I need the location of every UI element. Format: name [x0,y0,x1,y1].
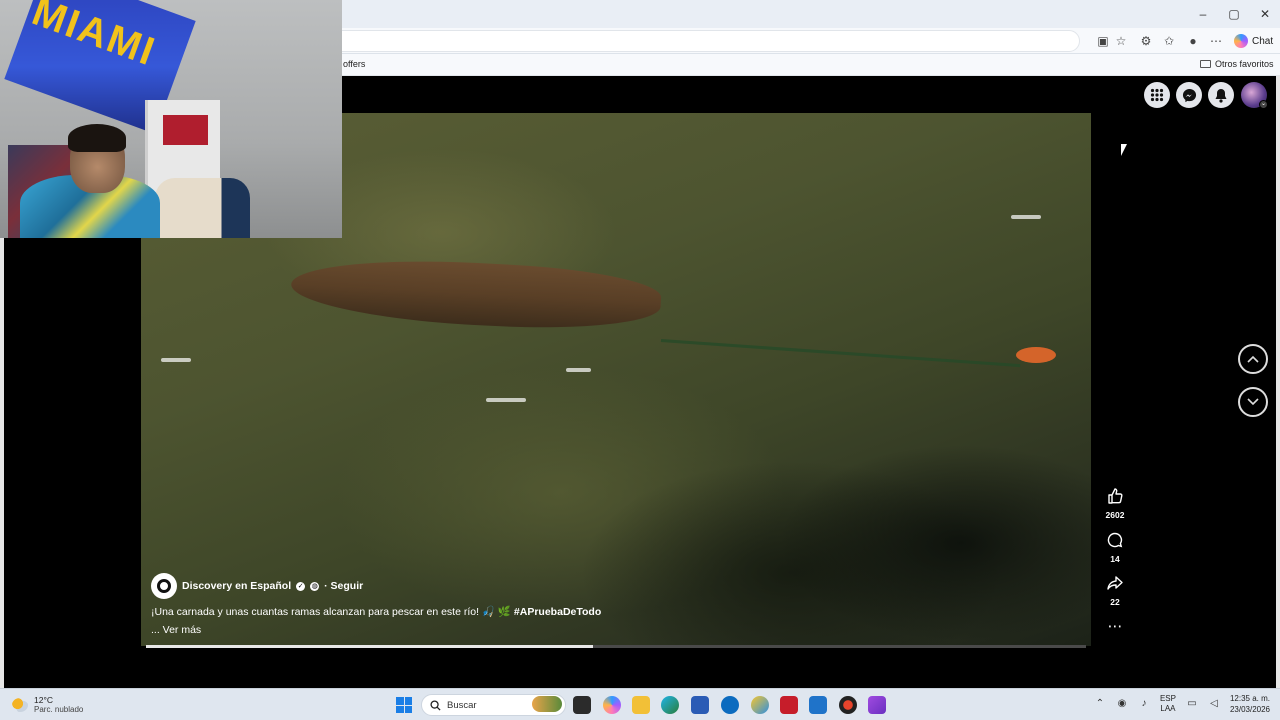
other-favorites-label: Otros favoritos [1215,59,1274,69]
bell-icon [1215,88,1227,103]
like-icon [1100,488,1130,509]
more-icon: ⋯ [1107,618,1123,635]
minimize-button[interactable]: – [1188,4,1218,24]
comment-button[interactable]: 14 [1100,532,1130,564]
next-reel-button[interactable] [1238,387,1268,417]
copilot-chat-button[interactable]: Chat [1234,32,1273,50]
webcam-overlay: MIAMI [0,0,342,238]
share-count: 22 [1110,597,1120,607]
close-button[interactable]: ✕ [1250,4,1280,24]
previous-reel-button[interactable] [1238,344,1268,374]
app-available-icon[interactable]: ▣ [1095,33,1111,49]
video-lure [1016,347,1056,363]
windows-taskbar: 12°C Parc. nublado Buscar ⌃ ◉ ♪ ESP LAA [0,688,1280,720]
weather-description: Parc. nublado [34,705,84,714]
more-options-button[interactable]: ⋯ [1100,618,1130,636]
temperature: 12°C [34,695,53,705]
webcam-person-hair [68,124,126,152]
weather-widget[interactable]: 12°C Parc. nublado [12,695,83,714]
favorite-star-icon[interactable]: ☆ [1113,33,1129,49]
extensions-icon[interactable]: ⚙ [1138,33,1154,49]
video-caption: ¡Una carnada y unas cuantas ramas alcanz… [151,605,601,618]
clock-time: 12:35 a. m. [1229,694,1270,703]
copilot-taskbar-icon[interactable] [603,696,621,714]
caption-text: ¡Una carnada y unas cuantas ramas alcanz… [151,606,511,618]
comment-count: 14 [1110,554,1120,564]
notifications-button[interactable] [1208,82,1234,108]
partly-cloudy-icon [12,697,28,712]
menu-button[interactable] [1144,82,1170,108]
messenger-button[interactable] [1176,82,1202,108]
microsoft-store-icon[interactable] [691,696,709,714]
channel-logo[interactable] [151,573,177,599]
media-app-icon[interactable] [839,696,857,714]
volume-icon[interactable]: ◁ [1208,698,1220,710]
maximize-button[interactable]: ▢ [1219,4,1249,24]
discovery-logo-icon [157,579,171,593]
tray-overflow-icon[interactable]: ⌃ [1094,698,1106,710]
water-sparkle [566,368,591,372]
water-sparkle [1011,215,1041,219]
like-count: 2602 [1105,510,1125,520]
water-sparkle [161,358,191,362]
mcafee-icon[interactable] [780,696,798,714]
video-progress-bar[interactable] [146,645,1086,648]
bookmark-other-favorites[interactable]: Otros favoritos [1200,59,1274,69]
globe-icon: ◍ [310,581,320,591]
hp-icon[interactable] [721,696,739,714]
folder-icon [1200,60,1211,68]
profile-icon[interactable]: ● [1185,33,1201,49]
outlook-icon[interactable] [809,696,827,714]
screen: – ▢ ✕ ▣ ☆ ⚙ ✩ ● ⋯ Chat offers Otros favo… [0,0,1280,720]
video-progress-fill [146,645,594,648]
system-tray: ⌃ ◉ ♪ ESP LAA ▭ ◁ 12:35 a. m. 23/03/2026 [1094,693,1270,715]
comment-icon [1100,532,1130,553]
messenger-icon [1182,88,1196,102]
share-icon [1100,575,1130,596]
share-button[interactable]: 22 [1100,575,1130,607]
chevron-down-icon [1247,398,1259,406]
windows-start-icon[interactable] [396,697,412,713]
hashtag-link[interactable]: #APruebaDeTodo [514,606,601,618]
page-frame-right [1276,76,1280,688]
video-fishing-line [660,339,1021,368]
tray-app-icon[interactable]: ◉ [1116,698,1128,710]
copilot-icon [1234,34,1248,48]
lang-top: ESP [1159,694,1176,703]
mouse-cursor [1121,144,1127,156]
url-input[interactable] [330,30,1080,52]
search-placeholder: Buscar [447,699,477,711]
search-icon [430,699,441,711]
see-more-link[interactable]: ... Ver más [151,624,201,636]
clipchamp-icon[interactable] [868,696,886,714]
verified-badge-icon: ✓ [296,581,306,591]
channel-row: Discovery en Español ✓ ◍ · Seguir [151,573,363,599]
lang-bottom: LAA [1160,704,1176,713]
file-explorer-icon[interactable] [632,696,650,714]
more-menu-icon[interactable]: ⋯ [1208,33,1224,49]
clock[interactable]: 12:35 a. m. 23/03/2026 [1230,693,1270,715]
favorites-icon[interactable]: ✩ [1161,33,1177,49]
microphone-icon[interactable]: ♪ [1138,698,1150,710]
follow-button[interactable]: · Seguir [324,580,363,592]
weather-text: 12°C Parc. nublado [34,695,83,714]
language-indicator[interactable]: ESP LAA [1160,694,1176,714]
chat-label: Chat [1252,35,1274,47]
edge-browser-icon[interactable] [661,696,679,714]
webcam-red-box [163,115,208,145]
avatar-chevron-icon[interactable]: ⌄ [1259,100,1268,109]
water-sparkle [486,398,526,402]
apps-grid-icon [1150,88,1164,102]
webcam-chair [155,178,250,238]
search-highlight-icon [532,696,562,712]
bookmark-offers[interactable]: offers [343,59,365,69]
channel-name[interactable]: Discovery en Español [182,580,291,592]
clock-date: 23/03/2026 [1229,705,1270,714]
network-icon[interactable]: ▭ [1186,698,1198,710]
chevron-up-icon [1247,355,1259,363]
task-view-icon[interactable] [573,696,591,714]
like-button[interactable]: 2602 [1100,488,1130,520]
tips-icon[interactable] [751,696,769,714]
video-fish [289,253,663,335]
